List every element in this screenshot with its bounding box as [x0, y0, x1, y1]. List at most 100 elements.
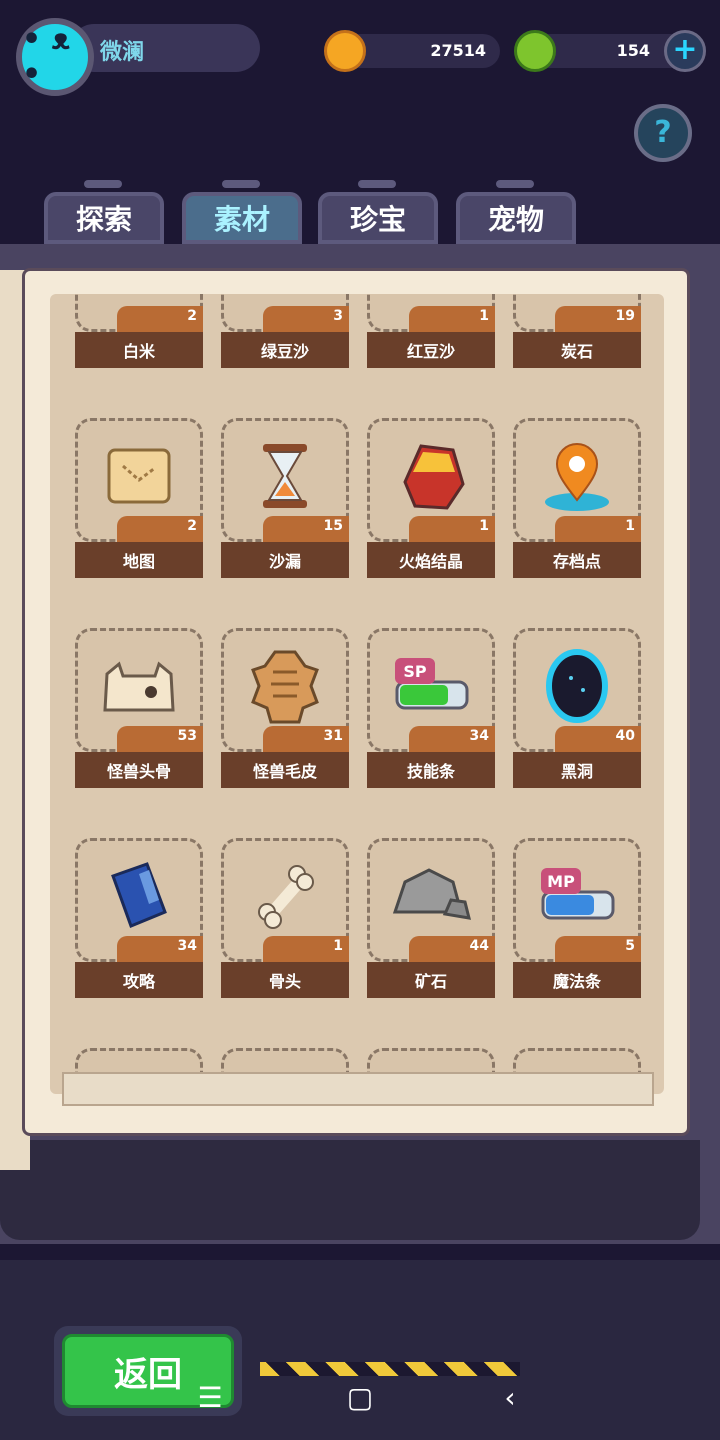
- tab-label: 宠物: [487, 203, 544, 236]
- material-item-mung-bean-paste[interactable]: 3 绿豆沙: [221, 294, 349, 368]
- tab-label: 珍宝: [349, 203, 406, 236]
- item-label-bar: 矿石: [367, 962, 495, 998]
- tab-knob: [358, 180, 396, 188]
- system-nav-bar: ☰ ▢ ‹: [0, 1356, 720, 1440]
- tab-label: 探索: [75, 203, 132, 236]
- item-label-bar: 炭石: [513, 332, 641, 368]
- bone-icon: [258, 865, 314, 929]
- tab-knob: [496, 180, 534, 188]
- tab-label: 素材: [213, 203, 270, 236]
- item-count: 2: [187, 308, 197, 324]
- book-icon: [111, 862, 167, 928]
- tab-materials[interactable]: 素材: [182, 192, 302, 244]
- material-item-map[interactable]: 2 地图: [75, 418, 203, 578]
- fur-pelt-icon: [251, 650, 319, 724]
- panel-bottom-edge: [62, 1072, 654, 1106]
- material-item-save-point[interactable]: 1 存档点: [513, 418, 641, 578]
- item-label: 存档点: [552, 552, 601, 571]
- material-item-charcoal[interactable]: 19 炭石: [513, 294, 641, 368]
- home-icon[interactable]: ▢: [340, 1378, 380, 1418]
- tab-explore[interactable]: 探索: [44, 192, 164, 244]
- item-count: 53: [177, 728, 197, 744]
- item-count: 1: [625, 518, 635, 534]
- item-count: 15: [323, 518, 343, 534]
- skull-icon: [103, 661, 175, 712]
- item-count: 1: [333, 938, 343, 954]
- avatar[interactable]: • ᴥ •: [16, 18, 94, 96]
- item-count: 1: [479, 518, 489, 534]
- material-item-flame-crystal[interactable]: 1 火焰结晶: [367, 418, 495, 578]
- name-pill: [70, 24, 260, 72]
- item-label: 怪兽毛皮: [252, 762, 317, 781]
- book-spine: [0, 1140, 700, 1240]
- item-count: 44: [469, 938, 489, 954]
- item-label: 黑洞: [560, 762, 593, 781]
- add-currency-button[interactable]: +: [664, 30, 706, 72]
- item-count: 31: [323, 728, 343, 744]
- tab-treasure[interactable]: 珍宝: [318, 192, 438, 244]
- sp-battery-icon: SP: [395, 658, 469, 710]
- material-item-red-bean-paste[interactable]: 1 红豆沙: [367, 294, 495, 368]
- item-count: 40: [615, 728, 635, 744]
- item-label: 魔法条: [552, 972, 601, 991]
- help-button[interactable]: ?: [634, 104, 692, 162]
- material-item-rice[interactable]: 2 白米: [75, 294, 203, 368]
- ore-rock-icon: [392, 868, 471, 920]
- item-label: 攻略: [122, 972, 155, 991]
- material-item-monster-skull[interactable]: 53 怪兽头骨: [75, 628, 203, 788]
- item-count: 34: [469, 728, 489, 744]
- coin-planet-icon: [324, 30, 366, 72]
- material-item-skill-bar[interactable]: SP 34 技能条: [367, 628, 495, 788]
- item-label-bar: 怪兽头骨: [75, 752, 203, 788]
- material-item-guide-book[interactable]: 34 攻略: [75, 838, 203, 998]
- item-label: 技能条: [406, 762, 455, 781]
- item-label-bar: 技能条: [367, 752, 495, 788]
- item-label: 白米: [122, 342, 155, 361]
- item-label-bar: 红豆沙: [367, 332, 495, 368]
- hourglass-icon: [263, 444, 307, 508]
- green-donut-icon: [514, 30, 556, 72]
- category-tabs: 探索 素材 珍宝 宠物: [44, 180, 584, 246]
- black-hole-portal-icon: [546, 649, 608, 723]
- item-label: 炭石: [560, 342, 593, 361]
- item-label: 怪兽头骨: [106, 762, 171, 781]
- material-item-magic-bar[interactable]: MP 5 魔法条: [513, 838, 641, 998]
- item-label: 骨头: [268, 972, 301, 991]
- item-label: 绿豆沙: [260, 342, 309, 361]
- svg-text:MP: MP: [547, 872, 575, 891]
- materials-panel: 2 白米 3 绿豆沙 1 红豆沙 19 炭石 2 地图 15 沙漏 1 火焰结晶…: [50, 294, 664, 1094]
- item-count: 5: [625, 938, 635, 954]
- item-label-bar: 黑洞: [513, 752, 641, 788]
- item-label: 矿石: [414, 972, 447, 991]
- mp-battery-icon: MP: [541, 868, 615, 920]
- item-count: 3: [333, 308, 343, 324]
- material-item-monster-fur[interactable]: 31 怪兽毛皮: [221, 628, 349, 788]
- item-label-bar: 地图: [75, 542, 203, 578]
- gem-value: 154: [616, 41, 650, 60]
- item-label-bar: 骨头: [221, 962, 349, 998]
- location-pin-icon: [545, 443, 609, 511]
- item-label: 火焰结晶: [398, 552, 463, 571]
- tab-pets[interactable]: 宠物: [456, 192, 576, 244]
- tab-knob: [84, 180, 122, 188]
- item-count: 19: [615, 308, 635, 324]
- material-item-bone[interactable]: 1 骨头: [221, 838, 349, 998]
- material-item-black-hole[interactable]: 40 黑洞: [513, 628, 641, 788]
- tab-knob: [222, 180, 260, 188]
- item-label-bar: 攻略: [75, 962, 203, 998]
- item-label-bar: 存档点: [513, 542, 641, 578]
- item-count: 1: [479, 308, 489, 324]
- material-item-ore[interactable]: 44 矿石: [367, 838, 495, 998]
- item-label-bar: 怪兽毛皮: [221, 752, 349, 788]
- item-label: 红豆沙: [406, 342, 455, 361]
- item-label-bar: 白米: [75, 332, 203, 368]
- cat-avatar-icon: • ᴥ •: [22, 22, 71, 92]
- player-name: 微澜: [100, 40, 145, 65]
- material-item-hourglass[interactable]: 15 沙漏: [221, 418, 349, 578]
- item-label: 地图: [122, 552, 155, 571]
- coin-value: 27514: [430, 41, 486, 60]
- item-label-bar: 魔法条: [513, 962, 641, 998]
- item-count: 2: [187, 518, 197, 534]
- menu-icon[interactable]: ☰: [190, 1378, 230, 1418]
- back-arrow-icon[interactable]: ‹: [490, 1378, 530, 1418]
